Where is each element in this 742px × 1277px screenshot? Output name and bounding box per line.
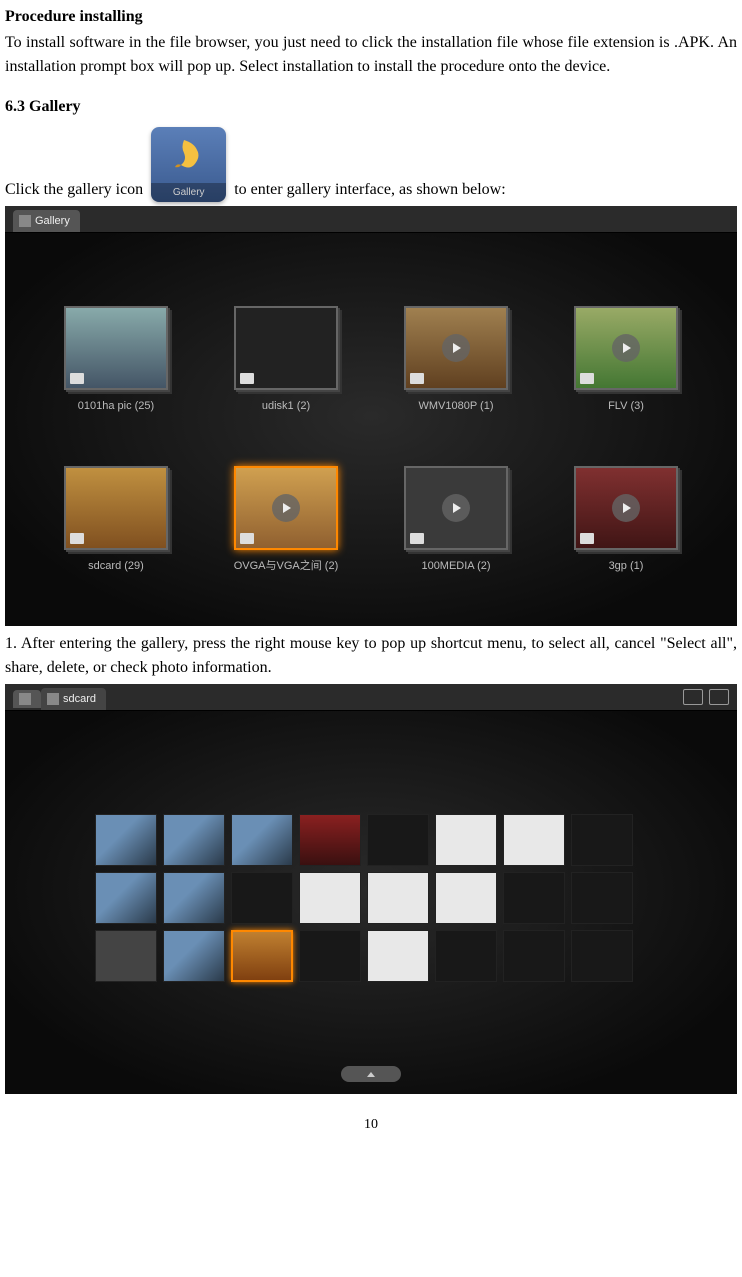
album-item[interactable]: 0101ha pic (25): [51, 306, 181, 446]
play-icon: [612, 494, 640, 522]
album-item[interactable]: FLV (3): [561, 306, 691, 446]
gallery-tab-icon: [19, 215, 31, 227]
play-icon: [272, 494, 300, 522]
album-thumbnail: [64, 306, 168, 390]
album-thumbnail: [234, 306, 338, 390]
gallery-icon-art: [151, 127, 226, 183]
photo-thumbnail[interactable]: [163, 930, 225, 982]
photo-thumbnail[interactable]: [503, 872, 565, 924]
list-item-1: 1. After entering the gallery, press the…: [5, 632, 737, 680]
folder-icon: [70, 533, 84, 544]
photo-thumbnail[interactable]: [299, 814, 361, 866]
body-procedure-installing: To install software in the file browser,…: [5, 31, 737, 79]
album-label: udisk1 (2): [262, 398, 310, 415]
album-grid: 0101ha pic (25) udisk1 (2) WMV1080P (1) …: [51, 306, 691, 606]
photo-thumbnail[interactable]: [299, 930, 361, 982]
gallery-tab[interactable]: Gallery: [13, 210, 80, 233]
album-item[interactable]: 100MEDIA (2): [391, 466, 521, 606]
album-thumbnail: [234, 466, 338, 550]
photo-grid: [95, 814, 633, 982]
album-thumbnail: [574, 466, 678, 550]
view-mode-icon-2[interactable]: [709, 689, 729, 705]
photo-thumbnail[interactable]: [435, 872, 497, 924]
album-item[interactable]: udisk1 (2): [221, 306, 351, 446]
folder-icon: [580, 373, 594, 384]
photo-thumbnail[interactable]: [435, 930, 497, 982]
photo-thumbnail[interactable]: [95, 814, 157, 866]
photo-thumbnail[interactable]: [367, 872, 429, 924]
photo-thumbnail[interactable]: [231, 872, 293, 924]
folder-icon: [410, 533, 424, 544]
gallery-tab-icon: [19, 693, 31, 705]
folder-tab-icon: [47, 693, 59, 705]
photo-thumbnail[interactable]: [367, 814, 429, 866]
folder-icon: [580, 533, 594, 544]
photo-thumbnail[interactable]: [571, 872, 633, 924]
photo-thumbnail[interactable]: [95, 872, 157, 924]
album-label: FLV (3): [608, 398, 644, 415]
album-label: OVGA与VGA之间 (2): [234, 558, 339, 575]
photo-thumbnail[interactable]: [231, 814, 293, 866]
folder-icon: [240, 533, 254, 544]
album-label: sdcard (29): [88, 558, 144, 575]
photo-thumbnail[interactable]: [435, 814, 497, 866]
gallery-app-icon: Gallery: [151, 127, 226, 202]
top-bar: Gallery: [5, 206, 737, 233]
play-icon: [442, 494, 470, 522]
album-thumbnail: [64, 466, 168, 550]
photo-thumbnail[interactable]: [367, 930, 429, 982]
photo-thumbnail[interactable]: [571, 930, 633, 982]
sdcard-tab[interactable]: sdcard: [41, 688, 106, 711]
play-icon: [612, 334, 640, 362]
album-thumbnail: [574, 306, 678, 390]
gallery-icon-line: Click the gallery icon Gallery to enter …: [5, 127, 737, 202]
page-number: 10: [5, 1114, 737, 1135]
photo-thumbnail[interactable]: [571, 814, 633, 866]
text-before-icon: Click the gallery icon: [5, 178, 143, 202]
folder-icon: [240, 373, 254, 384]
album-label: 100MEDIA (2): [421, 558, 490, 575]
album-item[interactable]: OVGA与VGA之间 (2): [221, 466, 351, 606]
text-after-icon: to enter gallery interface, as shown bel…: [234, 178, 505, 202]
album-item[interactable]: WMV1080P (1): [391, 306, 521, 446]
photo-thumbnail[interactable]: [503, 930, 565, 982]
section-heading-gallery: 6.3 Gallery: [5, 95, 737, 119]
gallery-albums-screenshot: Gallery 0101ha pic (25) udisk1 (2) WMV10…: [5, 206, 737, 626]
album-item[interactable]: 3gp (1): [561, 466, 691, 606]
photo-thumbnail[interactable]: [231, 930, 293, 982]
album-label: 0101ha pic (25): [78, 398, 154, 415]
photo-thumbnail[interactable]: [299, 872, 361, 924]
top-bar-right: [683, 689, 729, 705]
photo-thumbnail[interactable]: [503, 814, 565, 866]
gallery-icon-label: Gallery: [151, 183, 226, 202]
album-item[interactable]: sdcard (29): [51, 466, 181, 606]
photo-thumbnail[interactable]: [163, 814, 225, 866]
photo-thumbnail[interactable]: [163, 872, 225, 924]
folder-icon: [70, 373, 84, 384]
album-thumbnail: [404, 466, 508, 550]
folder-icon: [410, 373, 424, 384]
top-bar: sdcard: [5, 684, 737, 711]
sdcard-tab-label: sdcard: [63, 691, 96, 708]
back-tab[interactable]: [13, 690, 41, 708]
album-thumbnail: [404, 306, 508, 390]
gallery-photos-screenshot: sdcard: [5, 684, 737, 1094]
photo-thumbnail[interactable]: [95, 930, 157, 982]
play-icon: [442, 334, 470, 362]
expand-handle[interactable]: [341, 1066, 401, 1082]
album-label: WMV1080P (1): [419, 398, 494, 415]
gallery-tab-label: Gallery: [35, 213, 70, 230]
view-mode-icon-1[interactable]: [683, 689, 703, 705]
heading-procedure-installing: Procedure installing: [5, 5, 737, 29]
album-label: 3gp (1): [609, 558, 644, 575]
